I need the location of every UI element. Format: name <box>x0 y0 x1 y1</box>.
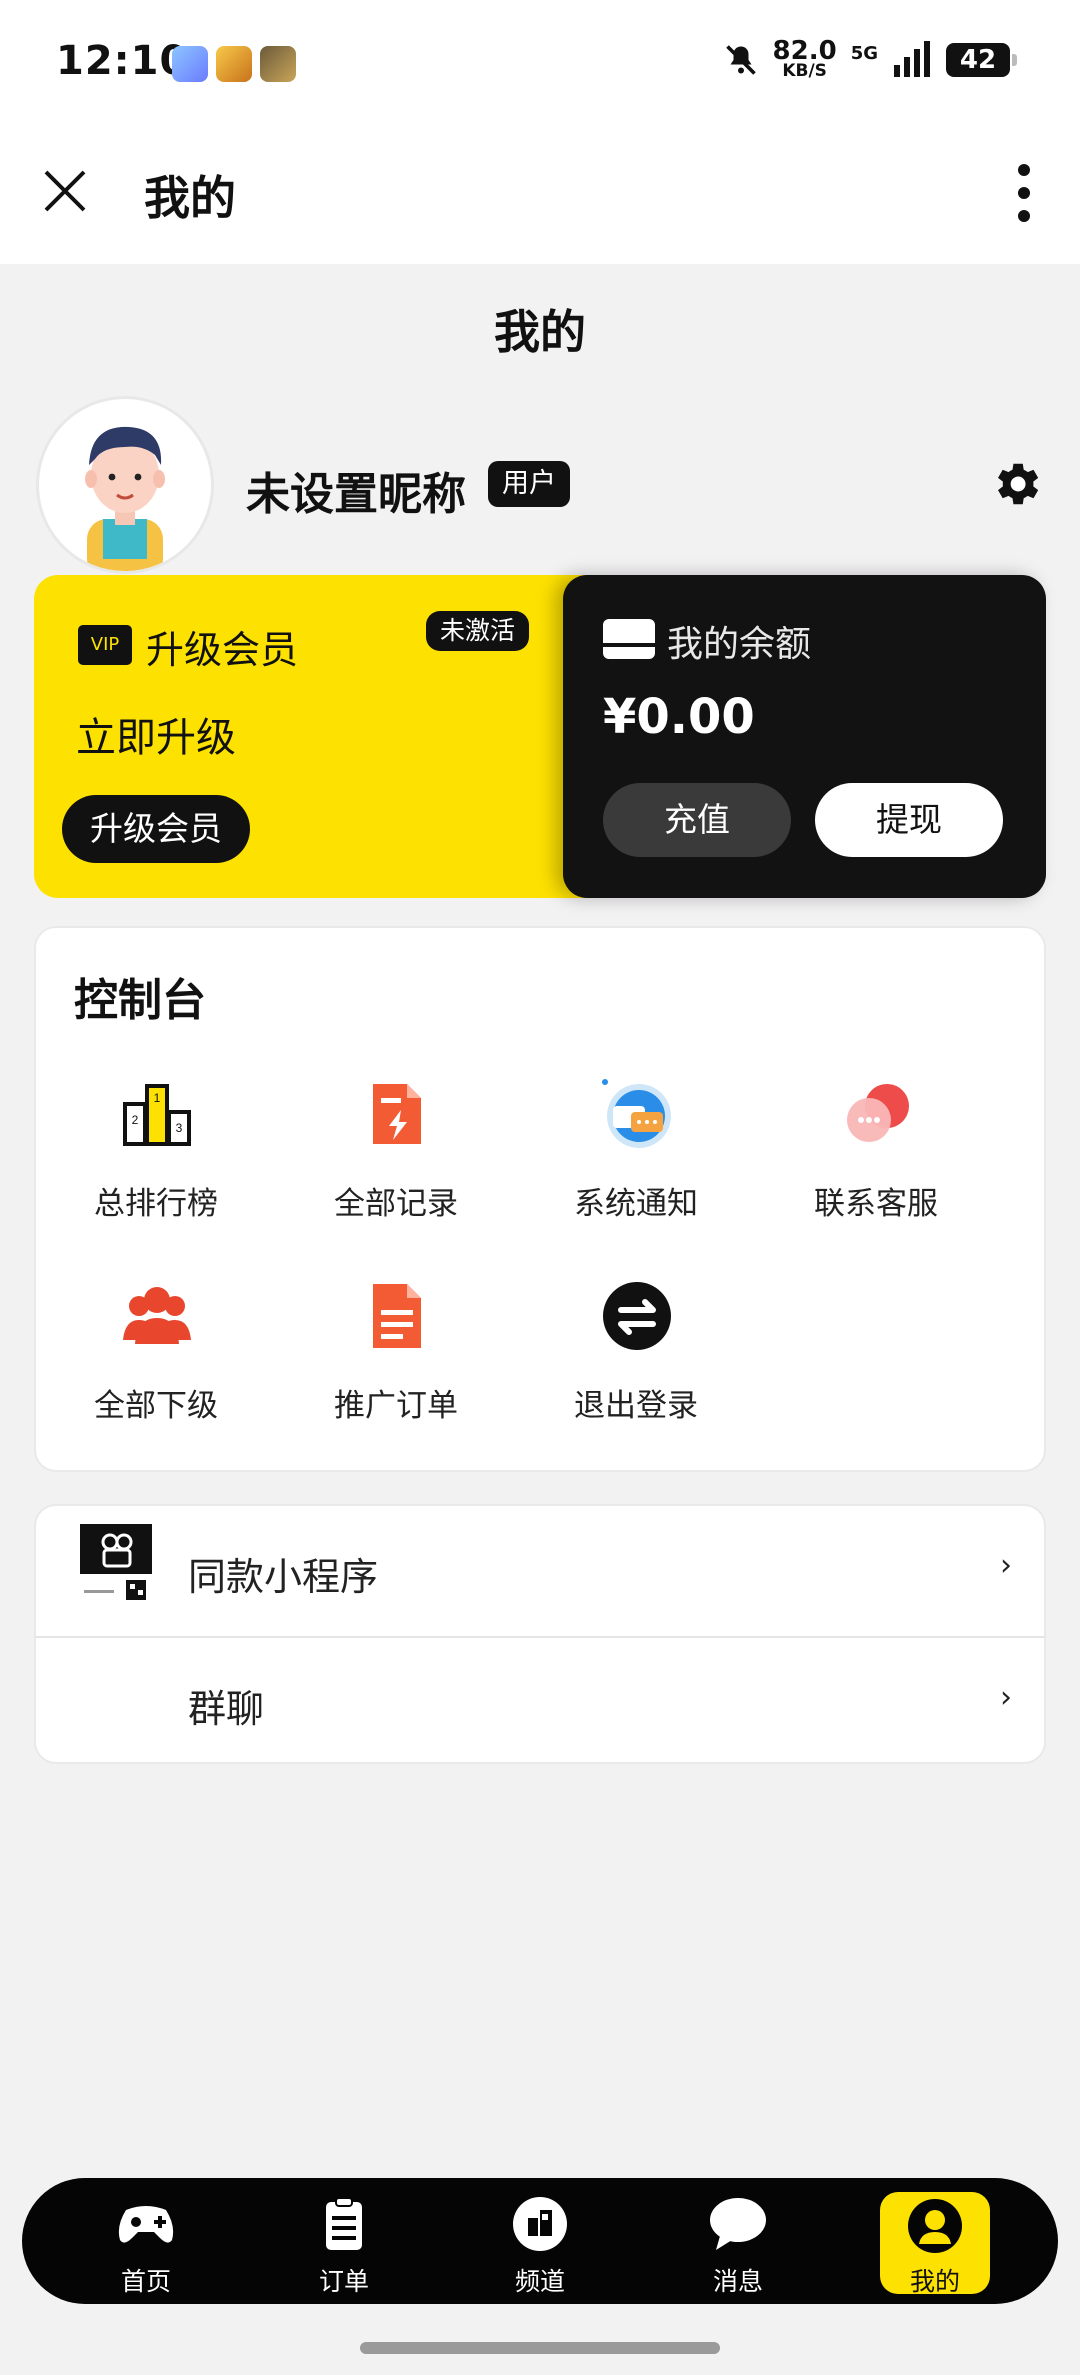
console-item-label: 系统通知 <box>574 1186 698 1222</box>
gamepad-icon <box>118 2206 174 2243</box>
vip-status-badge: 未激活 <box>426 611 530 651</box>
console-item-records[interactable]: 全部记录 <box>276 1078 516 1228</box>
message-icon <box>710 2198 766 2250</box>
avatar-illustration <box>85 426 165 571</box>
console-item-label: 退出登录 <box>574 1388 698 1424</box>
balance-label: 我的余额 <box>667 624 812 665</box>
console-item-label: 总排行榜 <box>94 1186 218 1222</box>
bottom-navigation: 首页 订单 频道 消息 我的 <box>22 2178 1058 2304</box>
console-item-label: 全部下级 <box>94 1388 218 1424</box>
svg-text:2: 2 <box>132 1113 139 1127</box>
vip-label: 升级会员 <box>146 628 299 672</box>
dot <box>1018 187 1030 199</box>
network-type: 5G <box>850 42 878 64</box>
menu-item-group-chat[interactable]: 群聊 › <box>36 1636 1044 1762</box>
svg-text:3: 3 <box>176 1121 183 1135</box>
svg-text:1: 1 <box>154 1091 161 1105</box>
clipboard-icon <box>326 2197 362 2250</box>
recharge-button[interactable]: 充值 <box>603 783 791 857</box>
game-notification-icon <box>216 46 252 82</box>
nav-label: 订单 <box>318 2267 369 2296</box>
console-item-promo-orders[interactable]: 推广订单 <box>276 1280 516 1430</box>
nav-label: 我的 <box>909 2267 960 2296</box>
vip-icon: VIP <box>78 625 132 665</box>
console-item-notifications[interactable]: 系统通知 <box>516 1078 756 1228</box>
signal-icon <box>894 41 930 77</box>
upgrade-vip-button[interactable]: 升级会员 <box>62 795 250 863</box>
nav-label: 消息 <box>712 2267 763 2296</box>
dot <box>1018 210 1030 222</box>
mute-bell-icon <box>725 45 756 75</box>
network-speed: 82.0 KB/S <box>773 38 837 80</box>
record-icon <box>373 1084 421 1144</box>
avatar[interactable] <box>36 396 214 574</box>
notification-app-icons <box>172 46 296 82</box>
menu-item-mini-program[interactable]: 同款小程序 › <box>36 1506 1044 1634</box>
home-indicator[interactable] <box>360 2342 720 2354</box>
game-notification-icon <box>260 46 296 82</box>
nickname[interactable]: 未设置昵称 <box>246 458 466 522</box>
vip-cta-text: 立即升级 <box>76 715 236 761</box>
status-right: 82.0 KB/S 5G 42 <box>723 38 1017 80</box>
notification-icon <box>602 1079 671 1148</box>
balance-amount: ¥0.00 <box>603 689 755 745</box>
role-badge: 用户 <box>488 461 570 507</box>
console-panel: 控制台 2 1 3 总排行榜 全部记录 系统通知 联系客服 全部下级 推广订单 … <box>34 926 1046 1472</box>
dot <box>1018 164 1030 176</box>
gear-icon[interactable] <box>988 456 1044 512</box>
more-options-icon[interactable] <box>1004 160 1044 226</box>
app-notification-icon <box>172 46 208 82</box>
menu-list: 同款小程序 › 群聊 › <box>34 1504 1046 1764</box>
console-item-logout[interactable]: 退出登录 <box>516 1280 756 1430</box>
qr-thumbnail-icon <box>80 1524 152 1614</box>
window-title: 我的 <box>144 171 236 225</box>
console-item-customer-service[interactable]: 联系客服 <box>756 1078 996 1228</box>
battery-indicator: 42 <box>946 43 1017 77</box>
group-icon <box>123 1287 191 1344</box>
balance-card: 我的余额 ¥0.00 充值 提现 <box>563 575 1046 898</box>
title-bar: 我的 <box>0 130 1080 264</box>
chevron-right-icon: › <box>1000 1548 1012 1583</box>
nav-item-home[interactable]: 首页 <box>86 2178 206 2304</box>
status-time: 12:10 <box>56 38 189 84</box>
close-icon[interactable] <box>40 166 90 216</box>
console-item-label: 全部记录 <box>334 1186 458 1222</box>
status-bar: 12:10 82.0 KB/S 5G 42 <box>0 0 1080 130</box>
nav-label: 频道 <box>514 2267 565 2296</box>
menu-item-label: 群聊 <box>188 1687 265 1731</box>
nav-item-orders[interactable]: 订单 <box>284 2178 404 2304</box>
console-item-leaderboard[interactable]: 2 1 3 总排行榜 <box>36 1078 276 1228</box>
page-title: 我的 <box>494 305 586 359</box>
nav-item-profile[interactable]: 我的 <box>880 2192 990 2296</box>
user-icon <box>908 2199 962 2253</box>
document-icon <box>373 1284 421 1348</box>
console-item-label: 联系客服 <box>814 1186 938 1222</box>
console-title: 控制台 <box>74 975 206 1026</box>
chat-bubbles-icon <box>847 1084 909 1142</box>
nav-label: 首页 <box>120 2267 171 2296</box>
card-icon <box>603 619 655 659</box>
console-item-label: 推广订单 <box>334 1388 458 1424</box>
nav-item-messages[interactable]: 消息 <box>678 2178 798 2304</box>
console-item-subordinates[interactable]: 全部下级 <box>36 1280 276 1430</box>
vip-card[interactable]: VIP 升级会员 未激活 立即升级 升级会员 <box>34 575 634 898</box>
channel-icon <box>513 2197 567 2251</box>
podium-icon: 2 1 3 <box>123 1084 191 1146</box>
menu-item-label: 同款小程序 <box>188 1555 379 1599</box>
withdraw-button[interactable]: 提现 <box>815 783 1003 857</box>
chevron-right-icon: › <box>1000 1680 1012 1715</box>
nav-item-channel[interactable]: 频道 <box>480 2178 600 2304</box>
logout-swap-icon <box>603 1282 671 1350</box>
